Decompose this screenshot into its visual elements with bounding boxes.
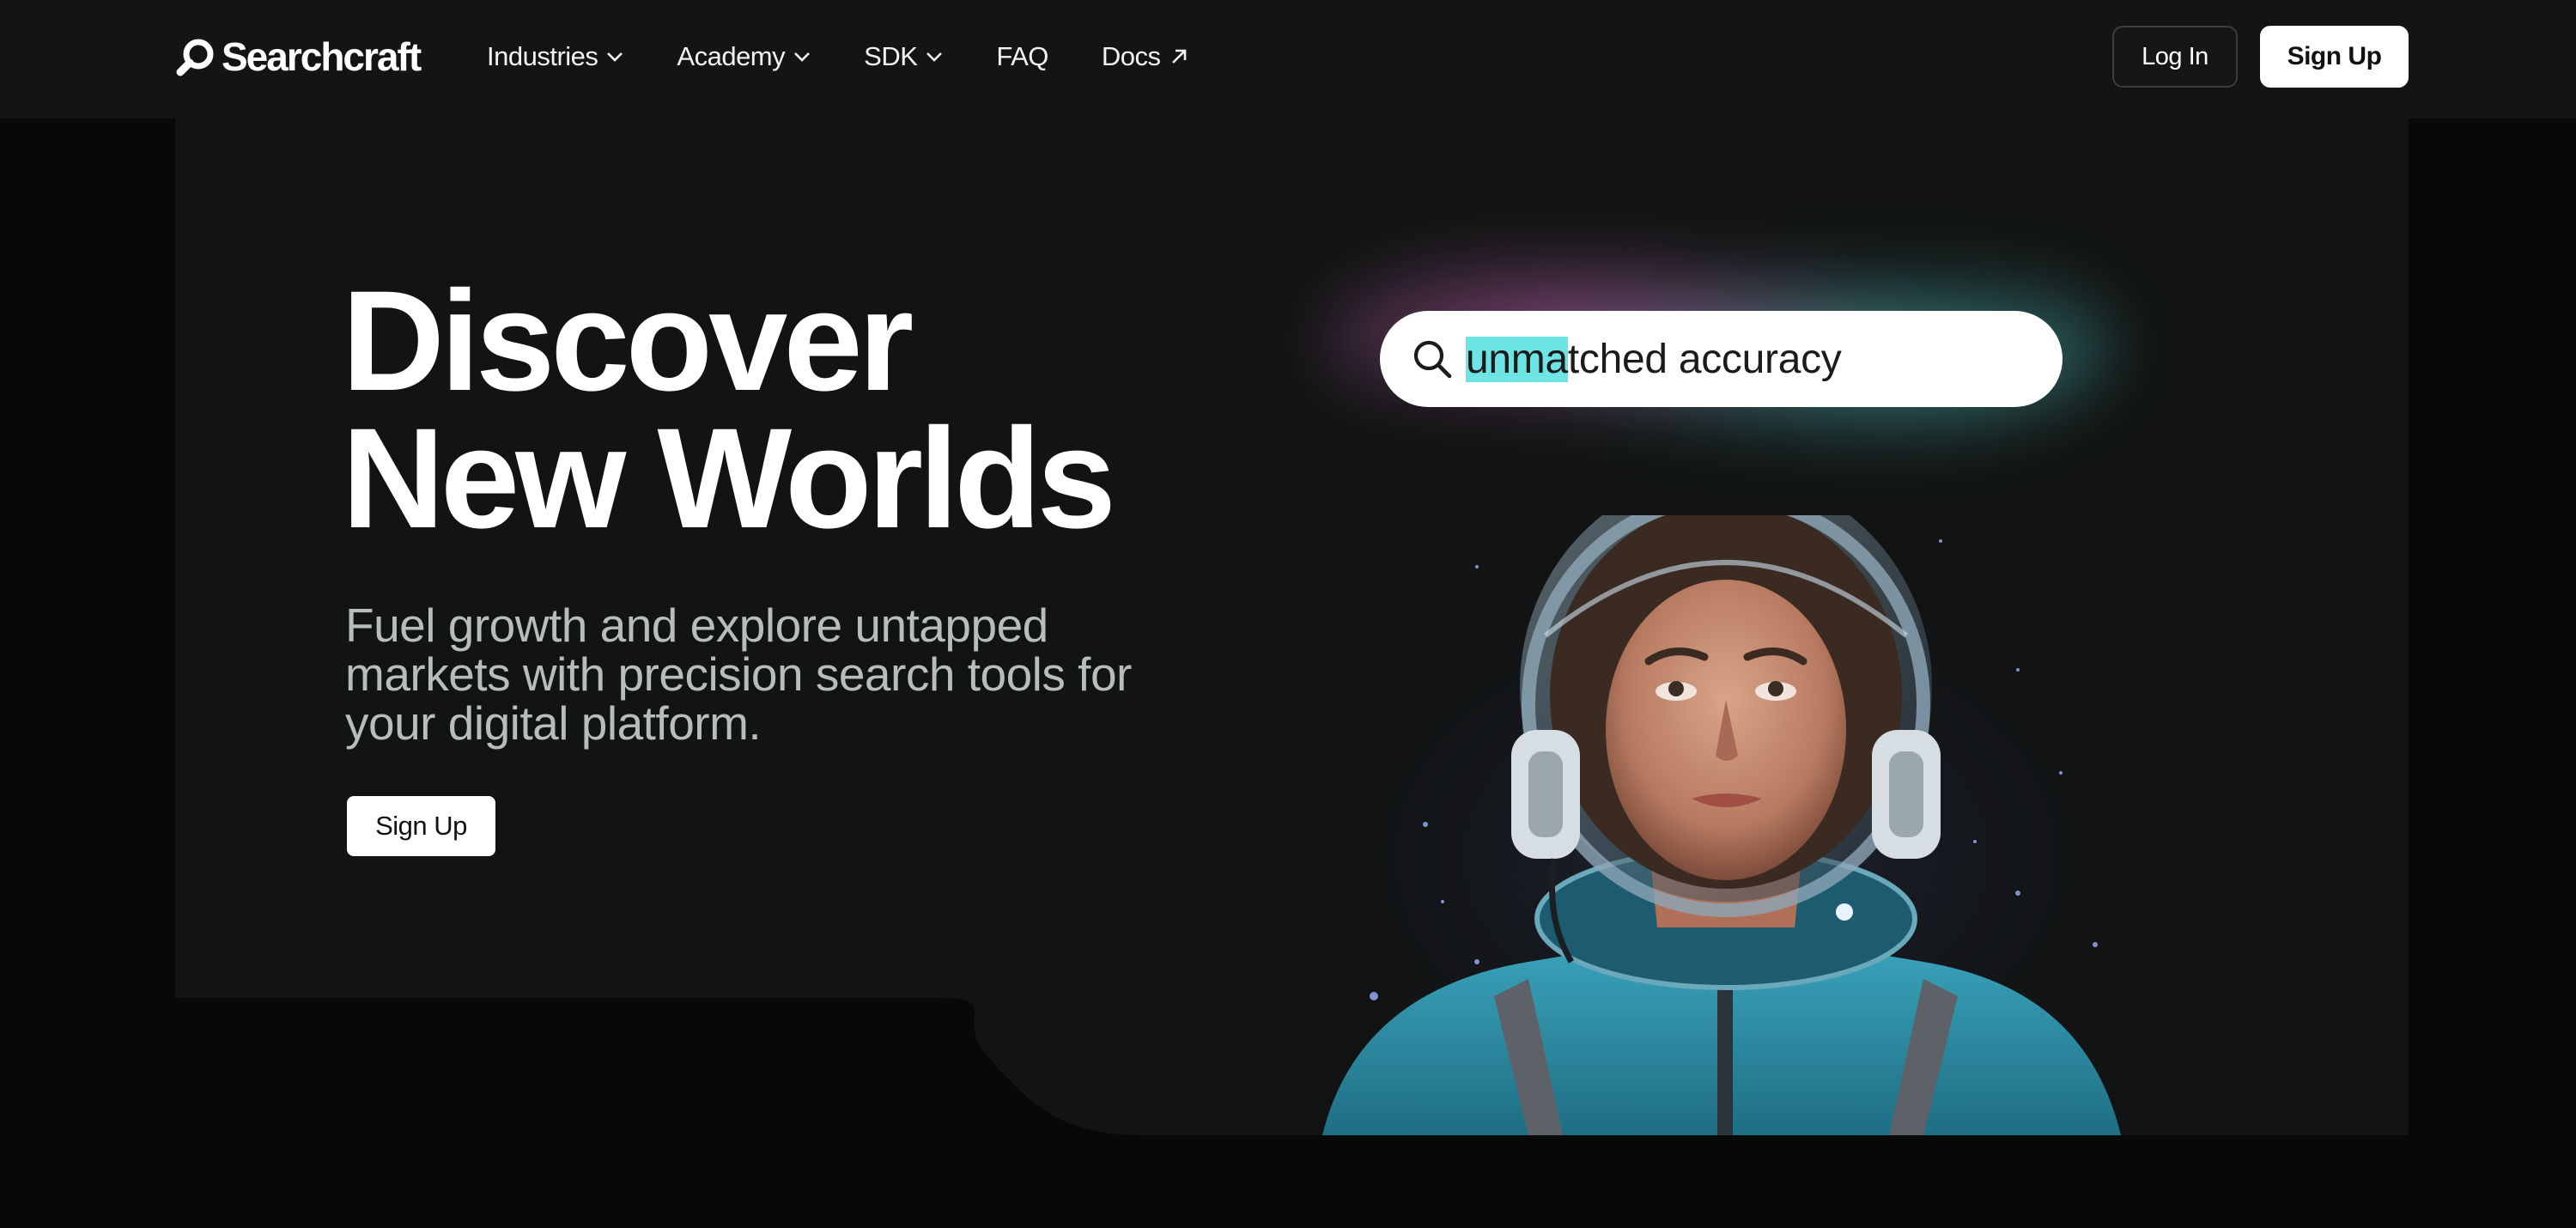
signup-button-header[interactable]: Sign Up (2260, 26, 2409, 88)
nav-item-label: Industries (487, 41, 598, 71)
nav-item-label: Docs (1101, 41, 1161, 71)
hero-headline-line-1: Discover (342, 262, 914, 421)
hero-headline-line-2: New Worlds (342, 399, 1116, 558)
chevron-down-icon (607, 52, 623, 62)
signup-button-hero[interactable]: Sign Up (347, 796, 495, 856)
brand-name: Searchcraft (222, 34, 422, 79)
searchcraft-logo-icon (176, 39, 214, 76)
main-nav: Industries Academy SDK FAQ Docs (487, 0, 1242, 113)
nav-item-label: FAQ (996, 41, 1048, 71)
nav-item-label: Academy (677, 41, 786, 71)
hero-subheading: Fuel growth and explore untapped markets… (345, 599, 1132, 750)
hero-headline: Discover New Worlds (342, 262, 1116, 558)
nav-item-sdk[interactable]: SDK (864, 41, 943, 72)
external-arrow-icon (1171, 49, 1186, 64)
nav-item-faq[interactable]: FAQ (996, 41, 1048, 72)
login-button[interactable]: Log In (2112, 26, 2238, 88)
search-rest: tched accuracy (1567, 336, 1842, 382)
search-highlight: unma (1466, 336, 1568, 382)
astronaut-illustration (1271, 515, 2181, 1135)
chevron-down-icon (927, 52, 943, 62)
nav-item-docs[interactable]: Docs (1102, 41, 1188, 72)
nav-item-academy[interactable]: Academy (677, 41, 811, 72)
top-navigation-bar: Searchcraft Industries Academy SDK FAQ D… (0, 0, 2576, 119)
search-demo-box: unmatched accuracy (1380, 311, 2063, 407)
search-demo-text: unmatched accuracy (1466, 336, 1842, 383)
nav-item-label: SDK (864, 41, 918, 71)
nav-item-industries[interactable]: Industries (487, 41, 623, 72)
search-icon (1413, 340, 1452, 379)
chevron-down-icon (794, 52, 811, 62)
brand-logo[interactable]: Searchcraft (175, 33, 422, 81)
